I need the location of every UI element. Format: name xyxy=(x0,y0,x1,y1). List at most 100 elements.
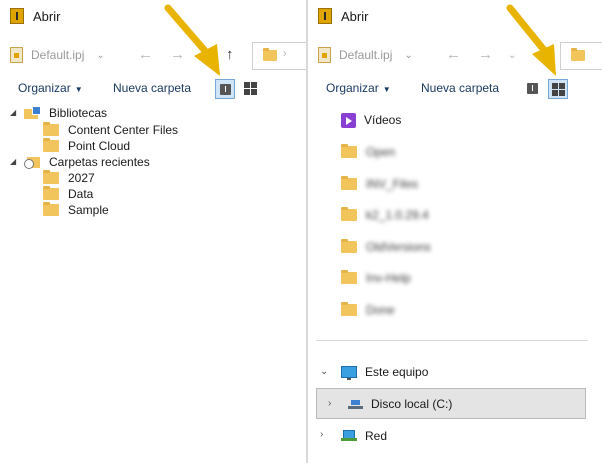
tree-item-label: Data xyxy=(68,187,94,201)
tree-item-local-disk[interactable]: › Disco local (C:) xyxy=(328,394,453,414)
tree-item-point-cloud[interactable]: Point Cloud xyxy=(43,138,130,154)
folder-icon xyxy=(341,270,357,284)
window-title: Abrir xyxy=(341,9,369,24)
quick-item-label: Done xyxy=(366,303,395,317)
caret-down-icon: ▼ xyxy=(382,85,391,94)
back-arrow-icon[interactable]: ← xyxy=(446,46,461,63)
quick-item-label: k2_1.0.29.4 xyxy=(366,208,429,222)
tree-item-label: Carpetas recientes xyxy=(49,155,150,169)
chevron-down-icon[interactable]: ⌄ xyxy=(320,366,328,377)
quick-item[interactable]: k2_1.0.29.4 xyxy=(341,205,429,225)
tree-item-label: Red xyxy=(365,429,388,443)
expand-triangle-icon[interactable]: ◢ xyxy=(10,157,16,166)
tiles-view-icon xyxy=(552,83,565,96)
right-dialog-panel: Abrir Default.ipj ⌄ ← → ⌄ Organizar ▼ Nue… xyxy=(308,0,602,463)
folder-icon xyxy=(43,122,59,136)
quick-item-label: Vídeos xyxy=(364,113,402,127)
tiles-view-button[interactable] xyxy=(241,79,261,99)
quick-item[interactable]: OldVersions xyxy=(341,237,431,257)
tiles-view-icon xyxy=(244,82,257,95)
tree-item-libraries[interactable]: ◢ Bibliotecas xyxy=(10,105,108,121)
tree-item-label: Point Cloud xyxy=(68,139,131,153)
toolbar: Organizar ▼ Nueva carpeta xyxy=(308,77,602,101)
recent-folders-icon xyxy=(24,155,40,169)
back-arrow-icon[interactable]: ← xyxy=(138,46,153,63)
title-bar: Abrir xyxy=(0,0,306,34)
chevron-down-icon: ⌄ xyxy=(96,49,105,61)
tiles-view-button[interactable] xyxy=(548,79,568,99)
tree-item-data[interactable]: Data xyxy=(43,186,93,202)
tree-item-label: 2027 xyxy=(68,171,95,185)
left-dialog-panel: Abrir Default.ipj ⌄ ← → ↑ › Organizar ▼ N… xyxy=(0,0,306,463)
folder-icon xyxy=(43,202,59,216)
folder-icon xyxy=(263,48,277,61)
folder-icon xyxy=(43,138,59,152)
project-file-icon xyxy=(318,47,331,63)
network-icon xyxy=(341,429,357,443)
folder-icon xyxy=(341,302,357,316)
organize-button[interactable]: Organizar ▼ xyxy=(18,81,83,95)
project-file-icon xyxy=(10,47,23,63)
folder-icon xyxy=(341,207,357,221)
tree-item-sample[interactable]: Sample xyxy=(43,202,109,218)
details-view-button[interactable] xyxy=(215,79,235,99)
tree-item-label: Content Center Files xyxy=(68,123,179,137)
chevron-right-icon[interactable]: › xyxy=(320,429,323,440)
file-name: Default.ipj xyxy=(31,48,85,62)
tree-item-label: Este equipo xyxy=(365,365,429,379)
chevron-down-icon: ⌄ xyxy=(404,49,413,61)
folder-icon xyxy=(341,176,357,190)
videos-icon xyxy=(341,112,356,128)
details-view-icon xyxy=(527,83,538,94)
quick-item[interactable]: Inv-Help xyxy=(341,268,411,288)
quick-item-label: Open xyxy=(366,145,396,159)
file-name: Default.ipj xyxy=(339,48,393,62)
folder-icon xyxy=(43,186,59,200)
recent-file-dropdown[interactable]: Default.ipj ⌄ xyxy=(10,44,105,66)
folder-icon xyxy=(341,239,357,253)
callout-arrow xyxy=(162,4,228,76)
details-view-button[interactable] xyxy=(523,79,543,99)
toolbar: Organizar ▼ Nueva carpeta xyxy=(0,77,306,101)
folder-icon xyxy=(341,144,357,158)
organize-button[interactable]: Organizar ▼ xyxy=(326,81,391,95)
details-view-icon xyxy=(220,84,231,95)
app-icon xyxy=(318,8,332,24)
library-icon xyxy=(24,106,41,120)
address-bar: Default.ipj ⌄ ← → ↑ › xyxy=(0,38,306,72)
callout-arrow xyxy=(504,4,570,76)
folder-icon xyxy=(571,48,585,61)
tree-item-recent-folders[interactable]: ◢ Carpetas recientes xyxy=(10,154,150,170)
tree-item-content-center-files[interactable]: Content Center Files xyxy=(43,122,178,138)
quick-item-videos[interactable]: Vídeos xyxy=(341,110,401,130)
quick-item-label: Inv-Help xyxy=(366,271,411,285)
tree-item-label: Sample xyxy=(68,203,109,217)
new-folder-button[interactable]: Nueva carpeta xyxy=(113,81,191,95)
app-icon xyxy=(10,8,24,24)
quick-item-label: INV_Files xyxy=(366,177,419,191)
forward-arrow-icon[interactable]: → xyxy=(478,46,493,63)
tree-item-label: Disco local (C:) xyxy=(371,397,453,411)
section-separator xyxy=(316,340,588,341)
folder-icon xyxy=(43,170,59,184)
organize-label: Organizar xyxy=(326,81,379,95)
path-box[interactable]: › xyxy=(252,42,306,70)
chevron-right-icon[interactable]: › xyxy=(328,398,331,409)
tree-item-this-pc[interactable]: ⌄ Este equipo xyxy=(320,362,429,382)
window-title: Abrir xyxy=(33,9,61,24)
local-disk-icon xyxy=(348,399,363,409)
recent-file-dropdown[interactable]: Default.ipj ⌄ xyxy=(318,44,413,66)
quick-item[interactable]: INV_Files xyxy=(341,174,418,194)
tree-item-2027[interactable]: 2027 xyxy=(43,170,95,186)
tree-item-network[interactable]: › Red xyxy=(320,426,388,446)
quick-item-label: OldVersions xyxy=(366,240,431,254)
quick-item[interactable]: Open xyxy=(341,142,395,162)
chevron-right-icon: › xyxy=(283,48,287,60)
organize-label: Organizar xyxy=(18,81,71,95)
caret-down-icon: ▼ xyxy=(74,85,83,94)
quick-item[interactable]: Done xyxy=(341,300,395,320)
computer-icon xyxy=(341,366,357,380)
expand-triangle-icon[interactable]: ◢ xyxy=(10,108,16,117)
new-folder-button[interactable]: Nueva carpeta xyxy=(421,81,499,95)
tree-item-label: Bibliotecas xyxy=(49,106,108,120)
